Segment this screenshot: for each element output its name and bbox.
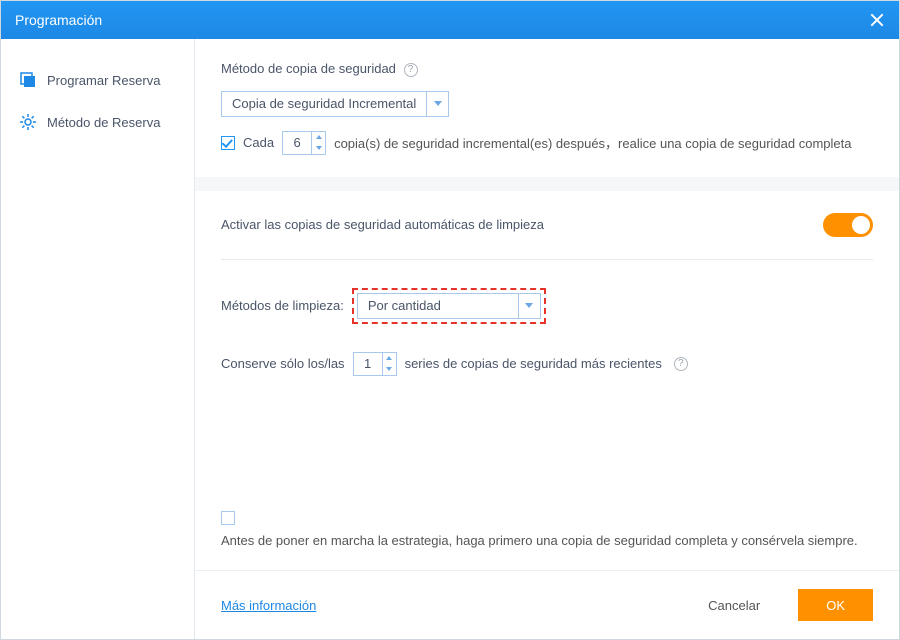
- cada-input[interactable]: [283, 132, 311, 154]
- chevron-down-icon: [426, 92, 448, 116]
- spinner-down-icon[interactable]: [312, 143, 325, 154]
- more-info-link[interactable]: Más información: [221, 598, 316, 613]
- spinner-buttons: [311, 132, 325, 154]
- calendar-icon: [19, 71, 37, 89]
- clean-method-value: Por cantidad: [358, 298, 518, 313]
- close-icon[interactable]: [869, 12, 885, 28]
- main: Método de copia de seguridad ? Copia de …: [195, 39, 899, 639]
- cleanup-panel: Activar las copias de seguridad automáti…: [195, 191, 899, 570]
- ok-button[interactable]: OK: [798, 589, 873, 621]
- strategy-note-row: Antes de poner en marcha la estrategia, …: [221, 511, 873, 548]
- clean-method-label: Métodos de limpieza:: [221, 298, 344, 313]
- clean-method-row: Métodos de limpieza: Por cantidad: [221, 288, 873, 324]
- backup-method-panel: Método de copia de seguridad ? Copia de …: [195, 39, 899, 177]
- gear-icon: [19, 113, 37, 131]
- backup-method-label-row: Método de copia de seguridad ?: [221, 61, 873, 77]
- backup-method-select[interactable]: Copia de seguridad Incremental: [221, 91, 449, 117]
- footer: Más información Cancelar OK: [195, 570, 899, 639]
- sidebar-item-label: Método de Reserva: [47, 115, 160, 130]
- keep-spinner[interactable]: [353, 352, 397, 376]
- help-icon[interactable]: ?: [674, 357, 688, 371]
- highlight-box: Por cantidad: [352, 288, 546, 324]
- clean-method-select[interactable]: Por cantidad: [357, 293, 541, 319]
- body: Programar Reserva Método de Reserva Méto…: [1, 39, 899, 639]
- cancel-button[interactable]: Cancelar: [680, 589, 788, 621]
- chevron-down-icon: [518, 294, 540, 318]
- keep-input[interactable]: [354, 353, 382, 375]
- strategy-note: Antes de poner en marcha la estrategia, …: [221, 533, 858, 548]
- help-icon[interactable]: ?: [404, 63, 418, 77]
- titlebar: Programación: [1, 1, 899, 39]
- backup-method-label: Método de copia de seguridad: [221, 61, 396, 76]
- window-title: Programación: [15, 12, 102, 28]
- auto-clean-label: Activar las copias de seguridad automáti…: [221, 217, 544, 232]
- spinner-up-icon[interactable]: [383, 353, 396, 364]
- auto-clean-toggle[interactable]: [823, 213, 873, 237]
- cada-label: Cada: [243, 135, 274, 150]
- backup-method-value: Copia de seguridad Incremental: [222, 96, 426, 111]
- auto-clean-row: Activar las copias de seguridad automáti…: [221, 213, 873, 237]
- spinner-down-icon[interactable]: [383, 364, 396, 375]
- sidebar-item-label: Programar Reserva: [47, 73, 160, 88]
- sidebar-item-schedule[interactable]: Programar Reserva: [1, 59, 194, 101]
- spinner-up-icon[interactable]: [312, 132, 325, 143]
- cada-spinner[interactable]: [282, 131, 326, 155]
- cada-suffix: copia(s) de seguridad incremental(es) de…: [334, 133, 851, 152]
- strategy-checkbox[interactable]: [221, 511, 235, 525]
- spinner-buttons: [382, 353, 396, 375]
- cada-checkbox[interactable]: [221, 136, 235, 150]
- keep-prefix: Conserve sólo los/las: [221, 356, 345, 371]
- keep-suffix: series de copias de seguridad más recien…: [405, 356, 662, 371]
- button-group: Cancelar OK: [680, 589, 873, 621]
- sidebar: Programar Reserva Método de Reserva: [1, 39, 195, 639]
- sidebar-item-method[interactable]: Método de Reserva: [1, 101, 194, 143]
- keep-row: Conserve sólo los/las series de copias d…: [221, 352, 873, 376]
- divider: [221, 259, 873, 260]
- cada-row: Cada copia(s) de seguridad incremental(e…: [221, 131, 873, 155]
- content-area: Método de copia de seguridad ? Copia de …: [195, 39, 899, 570]
